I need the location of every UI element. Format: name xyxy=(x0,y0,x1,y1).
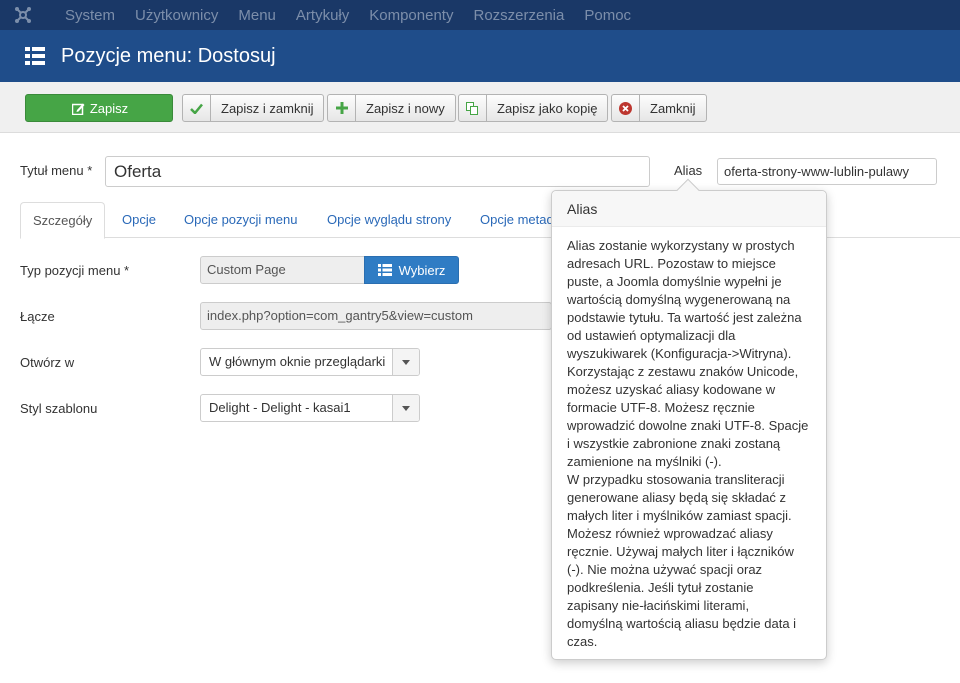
toolbar: Zapisz Zapisz i zamknij Zapisz i nowy Za… xyxy=(0,82,960,133)
nav-menu[interactable]: Menu xyxy=(238,7,276,24)
template-style-select[interactable]: Delight - Delight - kasai1 xyxy=(200,394,420,422)
list-icon xyxy=(377,264,392,276)
alias-label: Alias xyxy=(674,163,703,178)
title-input[interactable]: Oferta xyxy=(105,156,650,187)
tab-menu-item-options[interactable]: Opcje pozycji menu xyxy=(172,202,309,239)
close-button[interactable]: Zamknij xyxy=(611,94,707,122)
copy-icon xyxy=(459,95,487,121)
alias-input[interactable]: oferta-strony-www-lublin-pulawy xyxy=(717,158,937,185)
nav-extensions[interactable]: Rozszerzenia xyxy=(473,7,564,24)
cancel-icon xyxy=(612,95,640,121)
save-and-new-button[interactable]: Zapisz i nowy xyxy=(327,94,456,122)
nav-help[interactable]: Pomoc xyxy=(584,7,631,24)
link-label: Łącze xyxy=(20,309,55,324)
template-style-label: Styl szablonu xyxy=(20,401,98,416)
title-label: Tytuł menu * xyxy=(20,163,93,178)
page-title: Pozycje menu: Dostosuj xyxy=(61,44,276,67)
nav-system[interactable]: System xyxy=(65,7,115,24)
list-icon xyxy=(25,47,45,65)
target-window-label: Otwórz w xyxy=(20,355,75,370)
nav-articles[interactable]: Artykuły xyxy=(296,7,349,24)
choose-type-button[interactable]: Wybierz xyxy=(364,256,459,284)
alias-help-popover: Alias Alias zostanie wykorzystany w pros… xyxy=(551,178,827,660)
caret-down-icon xyxy=(392,395,419,421)
tab-options[interactable]: Opcje xyxy=(110,202,168,239)
save-and-close-button[interactable]: Zapisz i zamknij xyxy=(182,94,325,122)
tab-page-display-options[interactable]: Opcje wyglądu strony xyxy=(315,202,463,239)
plus-icon xyxy=(328,95,356,121)
nav-users[interactable]: Użytkownicy xyxy=(135,7,218,24)
popover-body: Alias zostanie wykorzystany w prostych a… xyxy=(567,238,809,649)
link-field: index.php?option=com_gantry5&view=custom xyxy=(200,302,552,330)
popover-title: Alias xyxy=(552,191,826,227)
edit-icon xyxy=(70,95,88,121)
target-window-select[interactable]: W głównym oknie przeglądarki xyxy=(200,348,420,376)
page-header: Pozycje menu: Dostosuj xyxy=(0,30,960,82)
caret-down-icon xyxy=(392,349,419,375)
save-as-copy-button[interactable]: Zapisz jako kopię xyxy=(458,94,609,122)
save-button[interactable]: Zapisz xyxy=(25,94,173,122)
menu-item-type-label: Typ pozycji menu * xyxy=(20,263,130,278)
top-navbar: System Użytkownicy Menu Artykuły Kompone… xyxy=(0,0,960,30)
nav-components[interactable]: Komponenty xyxy=(369,7,453,24)
check-icon xyxy=(183,95,211,121)
menu-item-type-field: Custom Page xyxy=(200,256,365,284)
joomla-logo-icon[interactable] xyxy=(0,0,46,30)
tab-details[interactable]: Szczegóły xyxy=(20,202,106,239)
